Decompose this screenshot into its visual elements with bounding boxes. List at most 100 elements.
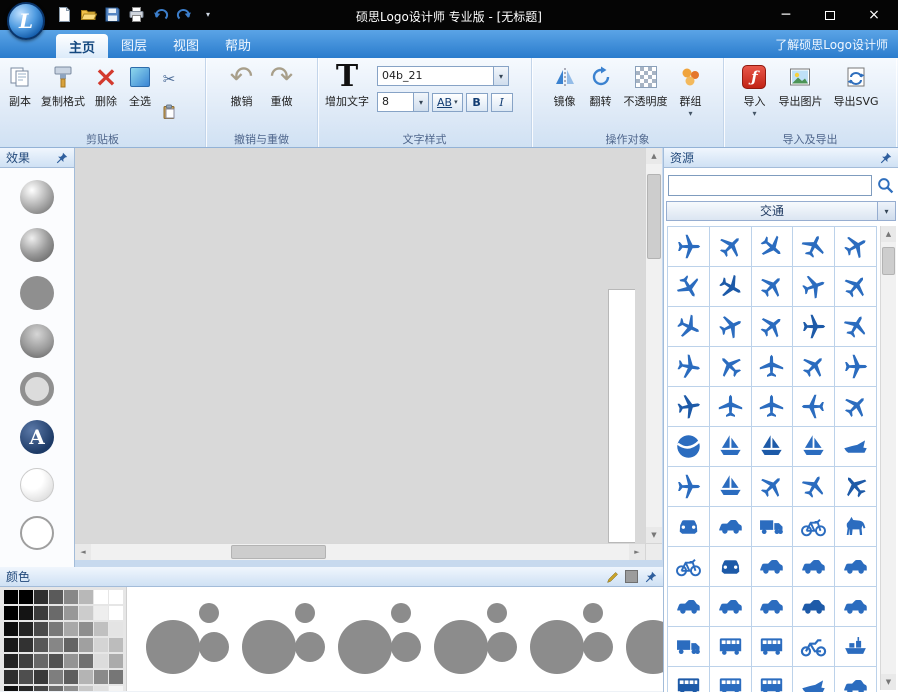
shape-preview-item[interactable] (235, 589, 331, 689)
color-swatch[interactable] (64, 686, 78, 691)
resource-cell-plane[interactable] (793, 267, 834, 306)
color-swatch[interactable] (79, 638, 93, 652)
resource-cell-boat[interactable] (793, 667, 834, 692)
resource-cell-plane[interactable] (668, 267, 709, 306)
color-swatch[interactable] (19, 686, 33, 691)
color-swatch[interactable] (64, 654, 78, 668)
opacity-button[interactable]: 不透明度 (620, 61, 672, 130)
resource-cell-globe[interactable] (668, 427, 709, 466)
v-scroll-track[interactable] (881, 242, 896, 674)
resource-cell-plane[interactable] (710, 387, 751, 426)
tab-help[interactable]: 帮助 (212, 30, 264, 58)
italic-button[interactable]: I (491, 93, 513, 112)
resource-cell-plane[interactable] (668, 227, 709, 266)
scroll-down-icon[interactable] (881, 674, 896, 690)
cut-icon[interactable] (160, 70, 178, 88)
color-swatch[interactable] (4, 670, 18, 684)
open-folder-button[interactable] (80, 6, 97, 23)
color-swatch[interactable] (64, 590, 78, 604)
resource-cell-plane[interactable] (752, 307, 793, 346)
color-swatch[interactable] (34, 606, 48, 620)
v-scroll-thumb[interactable] (647, 174, 661, 259)
resource-cell-bus[interactable] (710, 627, 751, 666)
color-swatch[interactable] (79, 686, 93, 691)
color-swatch[interactable] (64, 606, 78, 620)
color-swatch[interactable] (109, 654, 123, 668)
resource-cell-car[interactable] (710, 507, 751, 546)
color-swatch[interactable] (79, 590, 93, 604)
resource-cell-ship[interactable] (835, 627, 876, 666)
color-swatch[interactable] (19, 622, 33, 636)
resource-cell-bus[interactable] (668, 667, 709, 692)
group-dropdown-icon[interactable] (688, 109, 692, 118)
category-dropdown-icon[interactable] (877, 202, 895, 220)
v-scroll-track[interactable] (646, 164, 662, 527)
resource-search-input[interactable] (668, 175, 872, 196)
text-decoration-button[interactable]: AB (432, 93, 463, 112)
minimize-button[interactable]: ─ (764, 0, 808, 30)
font-size-dropdown-icon[interactable] (413, 93, 428, 111)
pencil-icon[interactable] (606, 570, 620, 584)
shape-preview-item[interactable] (427, 589, 523, 689)
color-swatch[interactable] (109, 590, 123, 604)
color-swatch[interactable] (19, 606, 33, 620)
resource-cell-plane[interactable] (793, 347, 834, 386)
resource-cell-sailboat[interactable] (710, 427, 751, 466)
resource-cell-plane[interactable] (710, 267, 751, 306)
effect-circle-ring[interactable] (20, 372, 54, 406)
color-swatch[interactable] (79, 654, 93, 668)
color-swatch[interactable] (94, 590, 108, 604)
flip-button[interactable]: 翻转 (584, 61, 618, 130)
color-swatch[interactable] (19, 590, 33, 604)
color-swatch[interactable] (34, 654, 48, 668)
effect-circle-flat[interactable] (20, 276, 54, 310)
v-scroll-thumb[interactable] (882, 247, 895, 275)
color-swatch[interactable] (49, 590, 63, 604)
import-dropdown-icon[interactable] (752, 109, 756, 118)
canvas[interactable] (75, 148, 662, 560)
shape-preview-item[interactable] (331, 589, 427, 689)
effect-circle-outline[interactable] (20, 516, 54, 550)
scroll-right-icon[interactable] (629, 544, 645, 560)
resource-cell-plane[interactable] (793, 387, 834, 426)
color-swatch[interactable] (49, 670, 63, 684)
color-swatch[interactable] (49, 638, 63, 652)
tab-view[interactable]: 视图 (160, 30, 212, 58)
print-button[interactable] (128, 6, 145, 23)
font-family-dropdown-icon[interactable] (493, 67, 508, 85)
redo-button[interactable] (176, 6, 193, 23)
color-swatch[interactable] (4, 606, 18, 620)
mirror-button[interactable]: 镜像 (548, 61, 582, 130)
resource-cell-plane[interactable] (668, 347, 709, 386)
color-swatch[interactable] (19, 654, 33, 668)
resource-cell-tram[interactable] (752, 667, 793, 692)
export-image-button[interactable]: 导出图片 (774, 61, 826, 130)
resource-cell-plane[interactable] (793, 307, 834, 346)
color-swatch[interactable] (79, 606, 93, 620)
effect-sphere-dark[interactable] (20, 228, 54, 262)
tab-layers[interactable]: 图层 (108, 30, 160, 58)
color-swatch[interactable] (109, 670, 123, 684)
app-logo-icon[interactable]: L (7, 2, 45, 40)
redo-button[interactable]: 重做 (265, 61, 299, 130)
resource-cell-plane[interactable] (710, 307, 751, 346)
color-swatch[interactable] (64, 622, 78, 636)
color-swatch[interactable] (94, 686, 108, 691)
select-all-button[interactable]: 全选 (123, 61, 157, 130)
color-swatch[interactable] (94, 638, 108, 652)
color-swatch[interactable] (109, 622, 123, 636)
color-swatch[interactable] (34, 590, 48, 604)
resource-cell-plane[interactable] (752, 467, 793, 506)
effect-sphere-glossy[interactable] (20, 180, 54, 214)
color-swatch[interactable] (4, 590, 18, 604)
resource-cell-plane[interactable] (835, 267, 876, 306)
font-family-combo[interactable]: 04b_21 (377, 66, 509, 86)
effect-sphere-shadow[interactable] (20, 324, 54, 358)
resource-cell-plane[interactable] (710, 347, 751, 386)
resource-cell-car[interactable] (752, 587, 793, 626)
bold-button[interactable]: B (466, 93, 488, 112)
canvas-horizontal-scrollbar[interactable] (75, 543, 645, 560)
color-swatch[interactable] (4, 638, 18, 652)
maximize-button[interactable] (808, 0, 852, 30)
resource-cell-car[interactable] (835, 587, 876, 626)
